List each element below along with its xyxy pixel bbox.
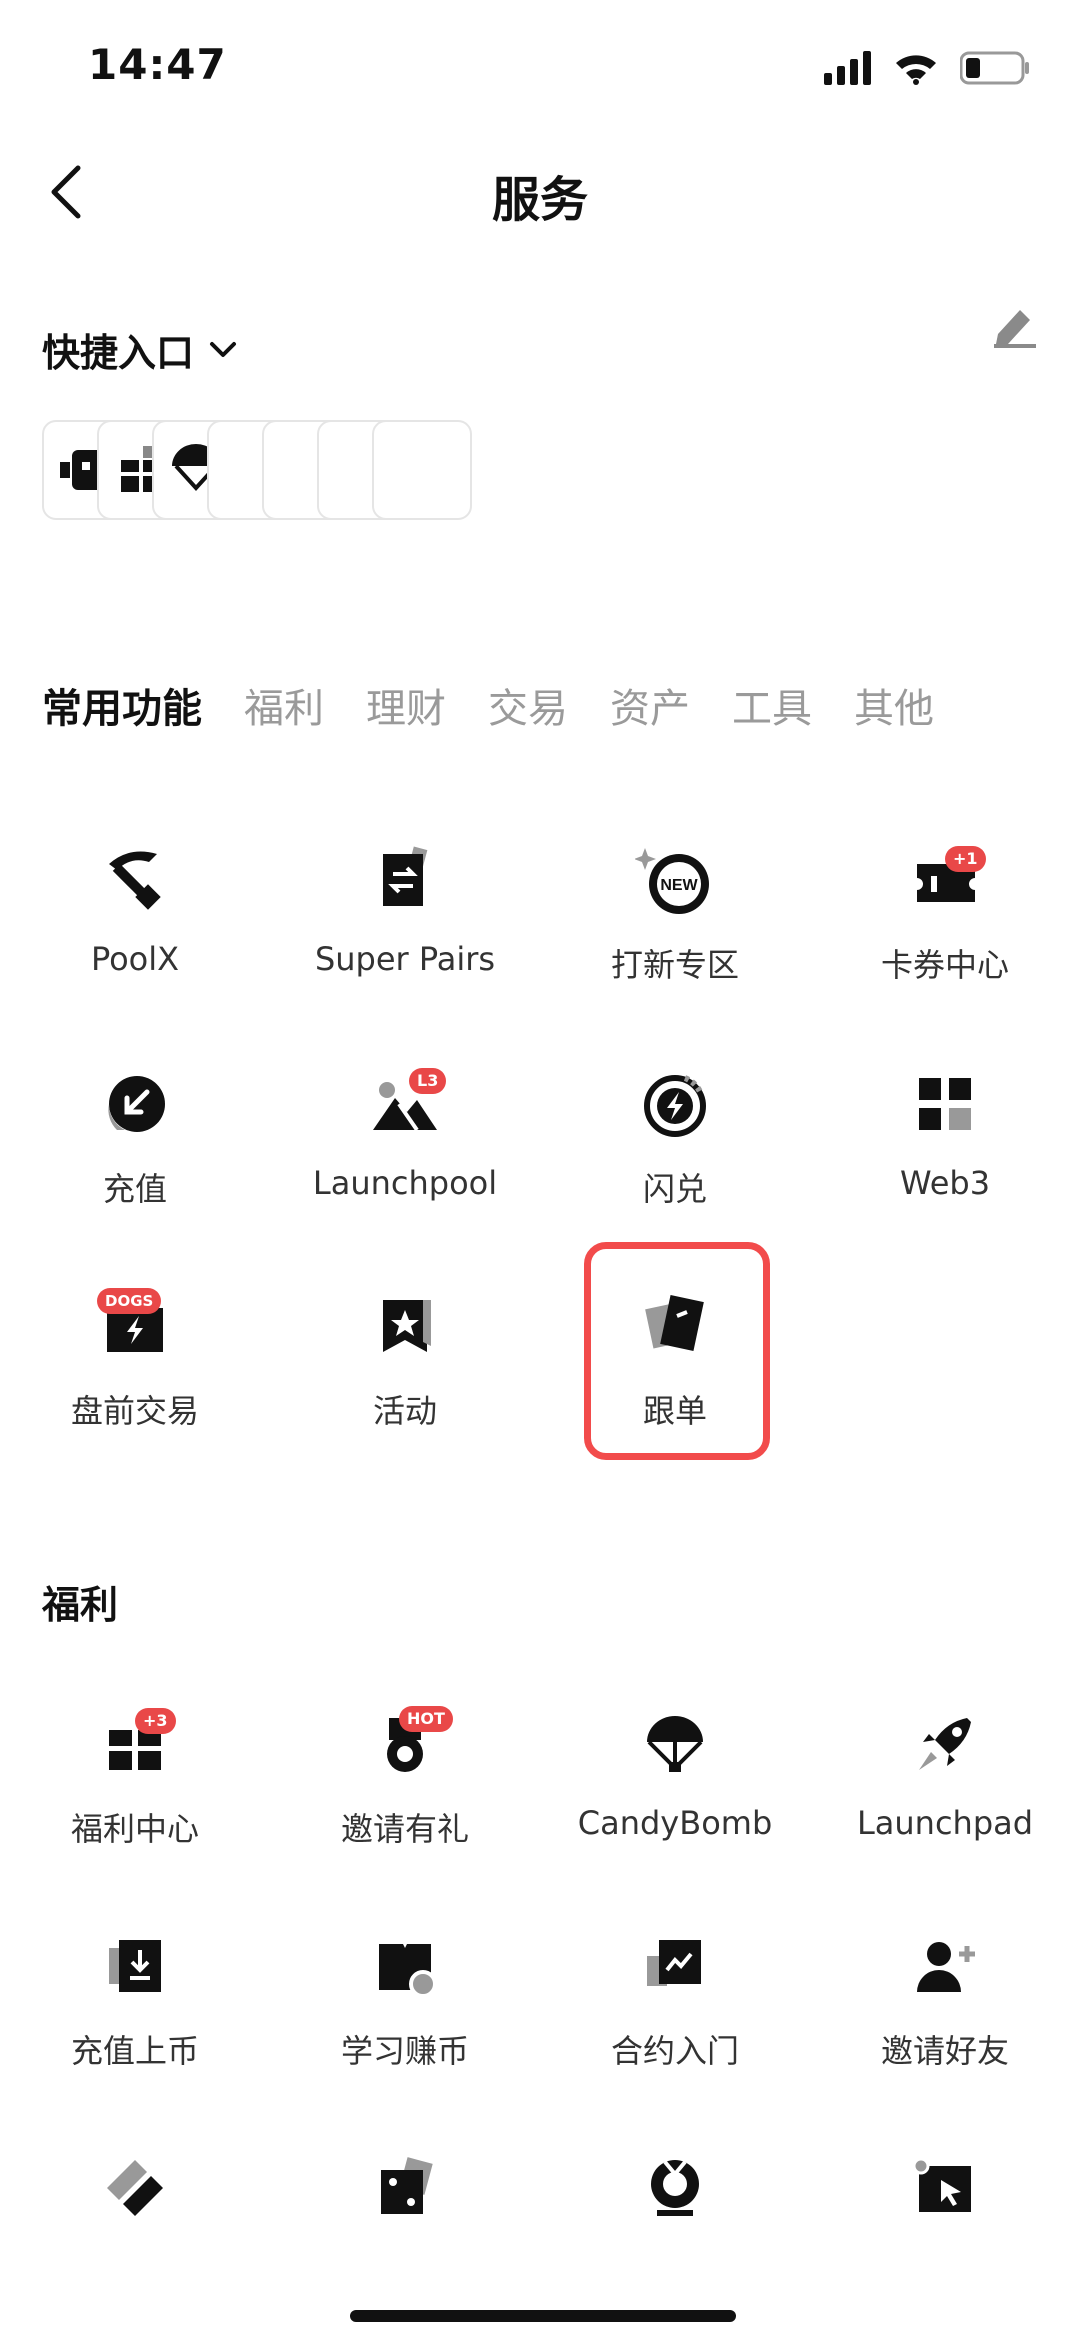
service-label: 盘前交易	[70, 1392, 199, 1430]
service-item-new-listing[interactable]: NEW 打新专区	[540, 840, 810, 986]
tab-other[interactable]: 其他	[854, 676, 934, 734]
service-item-deposit-listing[interactable]: 充值上币	[0, 1926, 270, 2072]
tab-common[interactable]: 常用功能	[42, 676, 202, 734]
service-item-super-pairs[interactable]: Super Pairs	[270, 840, 540, 978]
quick-entry-slot-7[interactable]	[372, 420, 472, 520]
edit-pencil-icon[interactable]	[990, 300, 1040, 348]
section-title-benefits: 福利	[42, 1583, 119, 1627]
service-label: 充值上币	[70, 2032, 199, 2070]
quick-entry-dropdown[interactable]: 快捷入口	[42, 322, 238, 377]
service-label: 福利中心	[70, 1810, 199, 1848]
highlight-box	[584, 1242, 770, 1460]
service-label: 充值	[102, 1170, 167, 1208]
download-card-icon	[109, 1940, 161, 1992]
service-item-row3-2[interactable]	[270, 2148, 540, 2248]
service-item-learn-earn[interactable]: 学习赚币	[270, 1926, 540, 2072]
parachute-icon	[647, 1716, 703, 1772]
service-label: 邀请有礼	[340, 1810, 469, 1848]
deposit-arrow-icon	[108, 1076, 165, 1132]
service-item-poolx[interactable]: PoolX	[0, 840, 270, 978]
tab-assets[interactable]: 资产	[610, 676, 690, 734]
service-item-row3-1[interactable]	[0, 2148, 270, 2248]
star-flag-icon	[383, 1300, 431, 1352]
flash-icon	[644, 1075, 706, 1137]
service-label: Super Pairs	[314, 940, 496, 978]
service-item-row3-3[interactable]	[540, 2148, 810, 2248]
service-item-futures-intro[interactable]: 合约入门	[540, 1926, 810, 2072]
service-label: Launchpad	[856, 1804, 1034, 1842]
status-time: 14:47	[88, 40, 227, 89]
service-item-flash-swap[interactable]: 闪兑	[540, 1064, 810, 1210]
award-icon	[651, 2160, 699, 2216]
tab-finance[interactable]: 理财	[366, 676, 446, 734]
chevron-down-icon	[210, 341, 237, 357]
service-item-premarket[interactable]: DOGS 盘前交易	[0, 1286, 270, 1432]
pickaxe-icon	[109, 851, 161, 910]
bottom-fade	[0, 2250, 1080, 2310]
badge: L3	[409, 1068, 447, 1094]
service-label: 合约入门	[610, 2032, 739, 2070]
service-item-benefit-center[interactable]: +3 福利中心	[0, 1704, 270, 1850]
dice-icon	[381, 2157, 433, 2214]
service-item-coupon-center[interactable]: +1 卡券中心	[810, 840, 1080, 986]
add-user-icon	[917, 1942, 975, 1992]
service-label: 卡券中心	[880, 946, 1009, 984]
badge: HOT	[399, 1706, 453, 1732]
service-label: 学习赚币	[340, 2032, 469, 2070]
service-item-deposit[interactable]: 充值	[0, 1064, 270, 1210]
book-coin-icon	[379, 1944, 437, 1998]
page-title: 服务	[491, 172, 588, 228]
ticket-icon	[107, 2160, 163, 2216]
service-label: 打新专区	[610, 946, 739, 984]
web3-squares-icon	[919, 1078, 971, 1130]
home-indicator[interactable]	[350, 2310, 736, 2322]
service-item-candybomb[interactable]: CandyBomb	[540, 1704, 810, 1842]
badge: +1	[945, 846, 986, 872]
service-item-launchpad[interactable]: Launchpad	[810, 1704, 1080, 1842]
service-label: Launchpool	[312, 1164, 498, 1202]
swap-card-icon	[383, 846, 428, 906]
service-item-web3[interactable]: Web3	[810, 1064, 1080, 1202]
rocket-icon	[919, 1718, 971, 1770]
new-badge-icon: NEW	[634, 848, 709, 914]
service-label: CandyBomb	[577, 1804, 773, 1842]
tab-benefits[interactable]: 福利	[244, 676, 324, 734]
quick-entry-title: 快捷入口	[42, 331, 195, 375]
category-tabs: 常用功能 福利 理财 交易 资产 工具 其他	[42, 676, 934, 734]
badge: DOGS	[97, 1288, 162, 1314]
wifi-icon	[896, 55, 936, 85]
badge: +3	[135, 1708, 176, 1734]
svg-text:NEW: NEW	[660, 877, 698, 894]
cursor-card-icon	[912, 2157, 971, 2212]
tab-trade[interactable]: 交易	[488, 676, 568, 734]
service-item-row3-4[interactable]	[810, 2148, 1080, 2248]
status-icons	[824, 48, 1030, 88]
chart-card-icon	[647, 1940, 701, 1986]
service-label: Web3	[899, 1164, 991, 1202]
service-item-invite-reward[interactable]: HOT 邀请有礼	[270, 1704, 540, 1850]
tab-tools[interactable]: 工具	[732, 676, 812, 734]
cellular-signal-icon	[824, 51, 871, 85]
service-label: PoolX	[90, 940, 180, 978]
service-item-activities[interactable]: 活动	[270, 1286, 540, 1432]
service-label: 活动	[372, 1392, 437, 1430]
service-label: 闪兑	[642, 1170, 707, 1208]
service-label: 邀请好友	[880, 2032, 1009, 2070]
service-item-launchpool[interactable]: L3 Launchpool	[270, 1064, 540, 1202]
battery-icon	[960, 51, 1029, 85]
service-item-invite-friends[interactable]: 邀请好友	[810, 1926, 1080, 2072]
